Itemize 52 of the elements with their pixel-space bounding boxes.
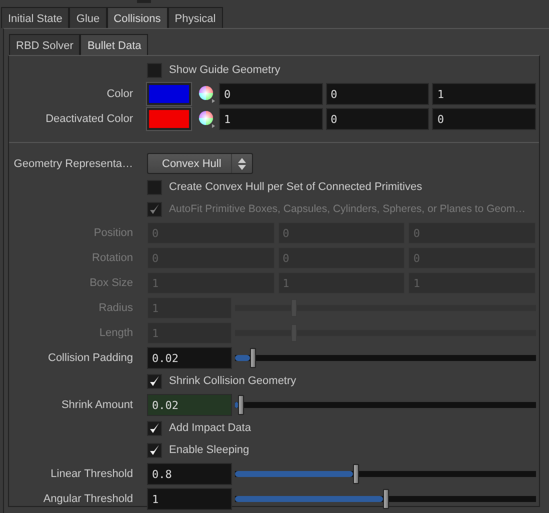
parameter-label: Position [92, 226, 134, 238]
number-field[interactable]: 0 [326, 82, 430, 104]
number-field[interactable]: 0 [432, 108, 536, 130]
slider-thumb[interactable] [382, 488, 388, 508]
number-field[interactable]: 0 [326, 108, 430, 130]
parameter-label: Shrink Amount [60, 398, 134, 410]
slider-fill [235, 402, 238, 408]
slider-fill [235, 354, 250, 360]
checkbox-label: Create Convex Hull per Set of Connected Primitives [169, 181, 422, 193]
checkbox[interactable] [147, 420, 162, 436]
color-wheel-icon[interactable] [199, 84, 215, 102]
parameter-label: Deactivated Color [44, 112, 134, 124]
tab[interactable]: Collisions [106, 7, 168, 28]
checkbox[interactable] [147, 374, 162, 388]
number-field[interactable]: 1 [432, 82, 536, 104]
number-field[interactable]: 1 [219, 108, 323, 130]
parameter-label: Linear Threshold [50, 468, 134, 480]
color-swatch[interactable] [147, 82, 191, 104]
parameter-label: Rotation [91, 252, 134, 264]
parameter-label: Box Size [88, 276, 134, 288]
tab[interactable]: Glue [69, 7, 107, 28]
parameter-label: Collision Padding [47, 352, 134, 364]
parameter-label: Length [98, 326, 134, 338]
checkbox[interactable] [147, 62, 162, 78]
checkbox-label: Show Guide Geometry [169, 64, 280, 76]
slider-track[interactable] [235, 488, 536, 508]
tab[interactable]: Initial State [1, 7, 70, 28]
tab[interactable]: RBD Solver [9, 34, 80, 55]
checkbox[interactable] [147, 442, 162, 458]
number-field[interactable]: 1 [147, 488, 232, 510]
checkbox-label: Shrink Collision Geometry [169, 375, 296, 387]
dropdown-menu[interactable]: Convex Hull [147, 153, 253, 174]
slider-thumb[interactable] [238, 394, 244, 414]
slider-thumb[interactable] [250, 348, 256, 368]
up-down-arrows-icon [238, 156, 246, 170]
color-wheel-icon[interactable] [199, 110, 215, 128]
number-field[interactable]: 0.02 [147, 394, 232, 416]
parameter-label: Color [106, 88, 134, 100]
color-swatch[interactable] [147, 108, 191, 130]
parameter-label: Radius [98, 302, 134, 314]
checkbox-label: AutoFit Primitive Boxes, Capsules, Cylinders, Spheres, or Planes to Geom… [169, 203, 526, 215]
number-field[interactable]: 0.02 [147, 346, 232, 368]
tab[interactable]: Bullet Data [80, 34, 148, 55]
checkbox[interactable] [147, 180, 162, 194]
slider-thumb[interactable] [353, 464, 359, 484]
number-field[interactable]: 0 [219, 82, 323, 104]
parameter-label: Geometry Representa… [12, 158, 134, 170]
tab[interactable]: Physical [168, 7, 223, 28]
parameter-label: Angular Threshold [42, 492, 134, 504]
checkbox-label: Add Impact Data [169, 422, 251, 434]
number-field[interactable]: 0.8 [147, 462, 232, 484]
checkbox-label: Enable Sleeping [169, 444, 250, 456]
